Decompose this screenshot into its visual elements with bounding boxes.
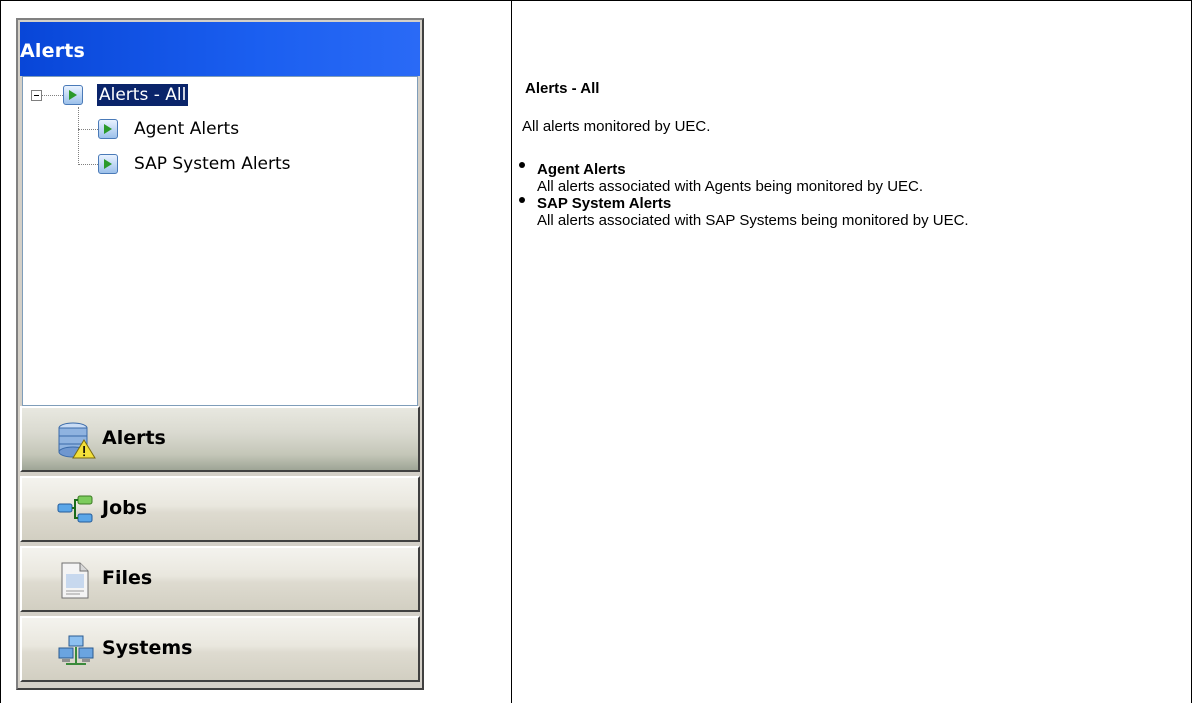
tree-connector (78, 107, 79, 165)
page-description: All alerts monitored by UEC. (522, 118, 711, 135)
systems-computers-icon (58, 635, 94, 665)
alerts-database-icon (58, 422, 96, 459)
navigator-panel: Alerts Alerts - All Agent Alerts SAP Sys… (16, 18, 424, 690)
item-title-sap-system-alerts: SAP System Alerts (537, 195, 672, 212)
bullet-marker (519, 197, 525, 203)
alerts-tree[interactable]: Alerts - All Agent Alerts SAP System Ale… (22, 76, 418, 406)
tree-connector (78, 129, 98, 130)
nav-button-label: Systems (102, 637, 193, 659)
nav-button-jobs[interactable]: Jobs (20, 476, 420, 542)
item-description: All alerts associated with SAP Systems b… (537, 212, 969, 229)
page-title: Alerts - All (525, 80, 600, 97)
files-document-icon (61, 562, 89, 599)
item-title-agent-alerts: Agent Alerts (537, 161, 626, 178)
item-description: All alerts associated with Agents being … (537, 178, 924, 195)
navigator-header: Alerts (20, 22, 420, 76)
tree-item-sap-system-alerts[interactable]: SAP System Alerts (132, 153, 293, 175)
nav-button-alerts[interactable]: Alerts (20, 406, 420, 472)
tree-connector (78, 164, 98, 165)
tree-item-alerts-all[interactable]: Alerts - All (97, 84, 189, 106)
navigator-title: Alerts (20, 40, 86, 62)
alert-view-icon (63, 85, 83, 105)
nav-button-label: Jobs (102, 497, 148, 519)
table-border-left (0, 0, 1, 703)
alert-view-icon (98, 154, 118, 174)
nav-button-label: Alerts (102, 427, 166, 449)
tree-connector (41, 95, 63, 96)
jobs-network-icon (57, 495, 93, 523)
help-content: Alerts - All All alerts monitored by UEC… (512, 0, 1192, 703)
bullet-marker (519, 162, 525, 168)
tree-item-agent-alerts[interactable]: Agent Alerts (132, 118, 241, 140)
nav-button-label: Files (102, 567, 153, 589)
collapse-toggle-icon[interactable] (31, 90, 42, 101)
nav-button-systems[interactable]: Systems (20, 616, 420, 682)
alert-view-icon (98, 119, 118, 139)
nav-button-files[interactable]: Files (20, 546, 420, 612)
